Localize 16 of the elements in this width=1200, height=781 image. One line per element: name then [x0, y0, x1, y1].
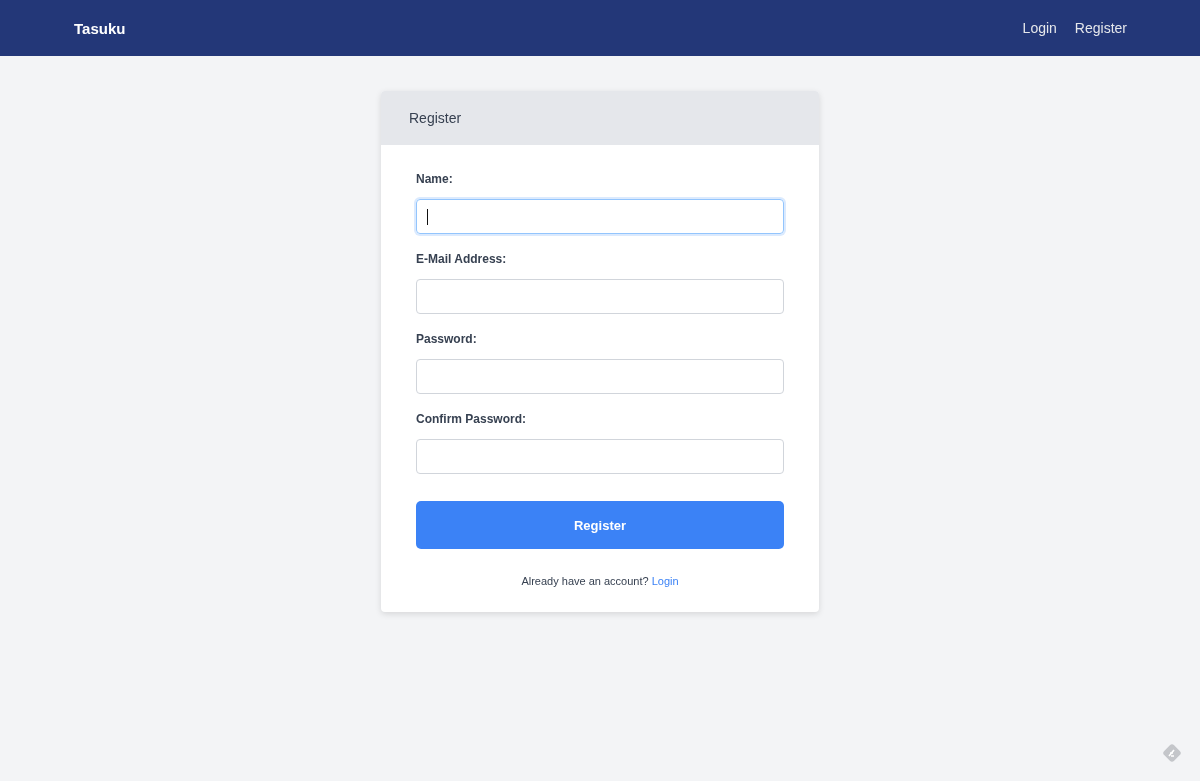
- register-button[interactable]: Register: [416, 501, 784, 549]
- card-title: Register: [409, 110, 462, 126]
- brand-link[interactable]: Tasuku: [74, 19, 126, 37]
- input-field[interactable]: [416, 359, 784, 394]
- input-field[interactable]: [416, 199, 784, 234]
- field-label: Password:: [416, 332, 478, 346]
- nav-link[interactable]: Login: [1022, 20, 1057, 36]
- login-link[interactable]: Login: [651, 575, 679, 587]
- nav-link[interactable]: Register: [1074, 20, 1127, 36]
- field-label: Name:: [416, 172, 454, 186]
- field-label: Confirm Password:: [416, 412, 527, 426]
- input-field[interactable]: [416, 279, 784, 314]
- field-label: E-Mail Address:: [416, 252, 508, 266]
- text-cursor: [427, 208, 428, 225]
- input-field[interactable]: [416, 439, 784, 474]
- login-prompt: Already have an account? Login: [520, 575, 680, 587]
